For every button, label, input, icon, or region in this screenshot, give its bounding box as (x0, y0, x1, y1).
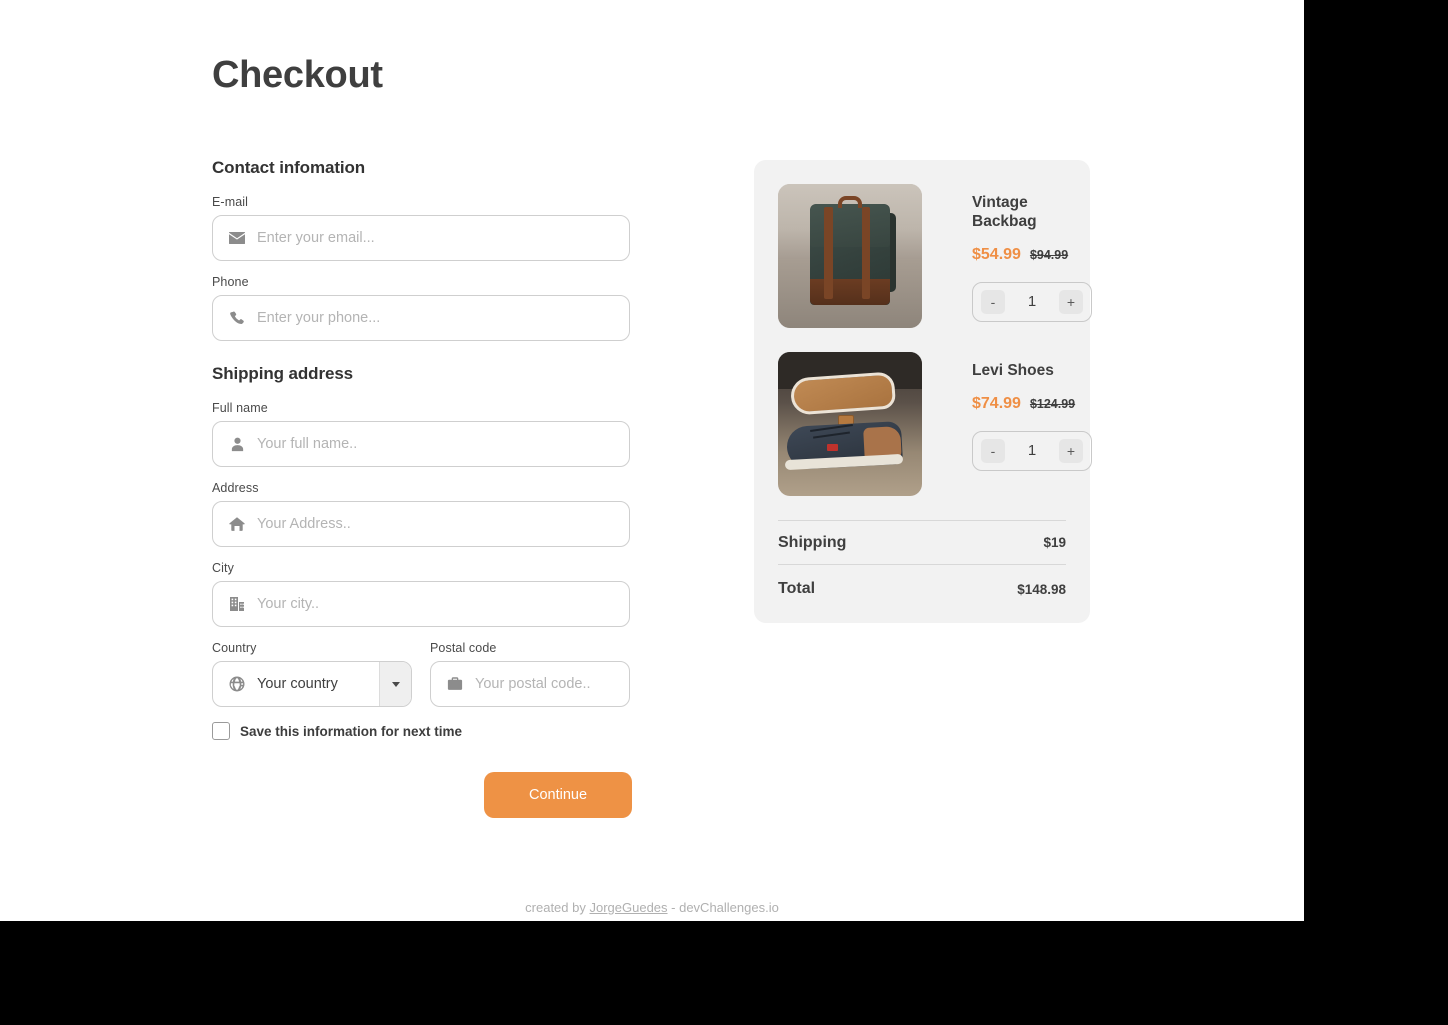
decrement-quantity-button[interactable]: - (981, 289, 1005, 314)
total-label: Total (778, 580, 816, 597)
home-icon (227, 516, 247, 532)
product-price-row: $54.99 $94.99 (972, 246, 1092, 264)
phone-input[interactable] (257, 310, 615, 326)
email-input-wrapper[interactable] (212, 215, 630, 261)
product-original-price: $124.99 (1029, 396, 1076, 411)
summary-product-details: Levi Shoes $74.99 $124.99 - 1 + (972, 352, 1092, 496)
product-image-art (778, 352, 922, 496)
briefcase-icon (445, 676, 465, 692)
save-info-row[interactable]: Save this information for next time (212, 722, 632, 740)
shipping-value: $19 (1043, 535, 1066, 550)
postal-code-label: Postal code (430, 641, 497, 655)
product-name: Vintage Backbag (972, 194, 1037, 230)
save-info-checkbox[interactable] (212, 722, 230, 740)
postal-code-input[interactable] (475, 676, 662, 692)
full-name-field-group: Full name (212, 401, 632, 467)
page-title: Checkout (212, 54, 383, 96)
person-icon (227, 437, 247, 452)
envelope-icon (227, 230, 247, 246)
contact-information-heading: Contact infomation (212, 158, 366, 177)
total-row: Total $148.98 (778, 565, 1066, 613)
checkout-form: Contact infomation E-mail Phone Shipping… (212, 158, 662, 818)
caret-down-icon[interactable] (379, 662, 411, 706)
quantity-value: 1 (1027, 293, 1037, 311)
total-value: $148.98 (1017, 581, 1066, 597)
email-field-group: E-mail (212, 195, 632, 261)
address-field-group: Address (212, 481, 632, 547)
postal-code-input-wrapper[interactable] (430, 661, 662, 707)
summary-product-details: Vintage Backbag $54.99 $94.99 - 1 + (972, 184, 1092, 328)
country-field-group: Country Your country (212, 641, 412, 707)
city-label: City (212, 561, 234, 575)
city-input-wrapper[interactable] (212, 581, 630, 627)
product-original-price: $94.99 (1029, 247, 1069, 262)
shipping-label: Shipping (778, 533, 847, 551)
footer-suffix: - devChallenges.io (667, 900, 779, 915)
summary-product-item: Vintage Backbag $54.99 $94.99 - 1 + (778, 184, 1092, 328)
phone-input-wrapper[interactable] (212, 295, 630, 341)
postal-code-field-group: Postal code (430, 641, 662, 707)
order-summary-panel: Vintage Backbag $54.99 $94.99 - 1 + Levi… (754, 160, 1092, 623)
phone-label: Phone (212, 275, 249, 289)
globe-icon (227, 676, 247, 692)
full-name-input-wrapper[interactable] (212, 421, 630, 467)
summary-product-item: Levi Shoes $74.99 $124.99 - 1 + (778, 352, 1092, 496)
levi-shoes-photo (778, 352, 922, 496)
product-name: Levi Shoes (972, 362, 1054, 379)
footer-prefix: created by (525, 900, 590, 915)
full-name-input[interactable] (257, 436, 615, 452)
city-field-group: City (212, 561, 632, 627)
submit-row: Continue (212, 772, 632, 818)
address-label: Address (212, 481, 259, 495)
quantity-value: 1 (1027, 442, 1037, 460)
shipping-address-heading: Shipping address (212, 364, 354, 383)
city-input[interactable] (257, 596, 615, 612)
email-label: E-mail (212, 195, 249, 209)
decrement-quantity-button[interactable]: - (981, 438, 1005, 463)
footer-author-link[interactable]: JorgeGuedes (589, 900, 667, 915)
country-label: Country (212, 641, 257, 655)
product-sale-price: $54.99 (972, 245, 1021, 263)
country-postal-row: Country Your country Postal code (212, 641, 662, 707)
address-input[interactable] (257, 516, 615, 532)
country-selected-value: Your country (257, 676, 338, 692)
email-input[interactable] (257, 230, 615, 246)
phone-icon (227, 311, 247, 326)
save-info-label: Save this information for next time (240, 723, 463, 739)
country-select[interactable]: Your country (212, 661, 412, 707)
shipping-row: Shipping $19 (778, 521, 1066, 564)
quantity-stepper[interactable]: - 1 + (972, 281, 1092, 322)
full-name-label: Full name (212, 401, 268, 415)
phone-field-group: Phone (212, 275, 632, 341)
increment-quantity-button[interactable]: + (1059, 438, 1083, 463)
footer: created by JorgeGuedes - devChallenges.i… (0, 900, 1304, 915)
quantity-stepper[interactable]: - 1 + (972, 430, 1092, 471)
product-sale-price: $74.99 (972, 394, 1021, 412)
product-image-art (778, 184, 922, 328)
vintage-backpack-photo (778, 184, 922, 328)
continue-button[interactable]: Continue (484, 772, 632, 818)
building-icon (227, 596, 247, 612)
address-input-wrapper[interactable] (212, 501, 630, 547)
page-root: Checkout Contact infomation E-mail Phone (0, 0, 1304, 921)
increment-quantity-button[interactable]: + (1059, 289, 1083, 314)
product-price-row: $74.99 $124.99 (972, 395, 1092, 413)
